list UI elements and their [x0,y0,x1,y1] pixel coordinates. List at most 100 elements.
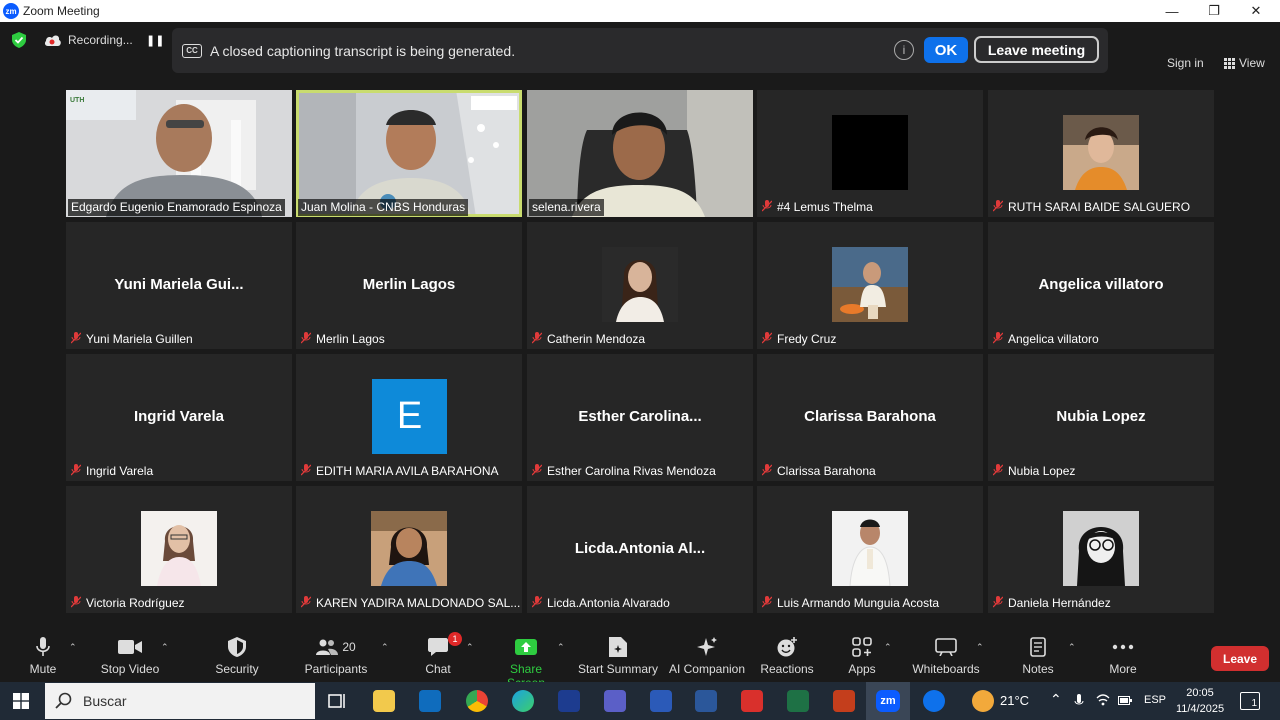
participant-tile[interactable]: UTH Edgardo Eugenio Enamorado Espinoza [66,90,292,217]
reactions-label: Reactions [760,662,814,676]
file-explorer-icon[interactable] [373,690,395,712]
participant-tile[interactable]: Esther Carolina... Esther Carolina Rivas… [527,354,753,481]
webex-meetings-icon[interactable] [650,690,672,712]
participant-name-bar: Luis Armando Munguia Acosta [759,595,942,612]
summary-document-icon [609,637,627,657]
outlook-icon[interactable] [419,690,441,712]
powerpoint-icon[interactable] [833,690,855,712]
weather-icon[interactable] [972,690,994,712]
wifi-icon[interactable] [1096,694,1110,706]
mic-muted-icon [532,596,542,608]
participant-tile[interactable]: Victoria Rodríguez [66,486,292,613]
participant-tile[interactable]: Juan Molina - CNBS Honduras [296,90,522,217]
notes-button[interactable]: Notes [1020,636,1056,676]
notes-options-caret-icon[interactable]: ⌃ [1068,642,1076,653]
start-summary-button[interactable]: Start Summary [578,636,658,676]
participant-tile[interactable]: #4 Lemus Thelma [757,90,983,217]
recording-indicator[interactable]: Recording... [44,33,133,47]
taskbar-search[interactable]: Buscar [45,683,315,719]
participant-tile[interactable]: RUTH SARAI BAIDE SALGUERO [988,90,1214,217]
temperature[interactable]: 21°C [1000,693,1029,708]
reactions-button[interactable]: Reactions [760,636,814,676]
ok-button[interactable]: OK [924,37,968,63]
chat-options-caret-icon[interactable]: ⌃ [466,642,474,653]
participant-name: Victoria Rodríguez [86,596,185,610]
clock[interactable]: 20:05 11/4/2025 [1170,685,1230,717]
notification-center-icon[interactable]: 1 [1240,692,1260,710]
participant-tile[interactable]: KAREN YADIRA MALDONADO SAL... [296,486,522,613]
meeting-toolbar: Mute ⌃ Stop Video ⌃ Security 20 Particip… [0,630,1280,690]
participant-tile[interactable]: Licda.Antonia Al... Licda.Antonia Alvara… [527,486,753,613]
battery-icon[interactable] [1118,696,1132,705]
whiteboards-button[interactable]: Whiteboards [910,636,982,676]
apps-options-caret-icon[interactable]: ⌃ [884,642,892,653]
participant-display-name: Merlin Lagos [362,276,456,293]
participant-tile[interactable]: Clarissa Barahona Clarissa Barahona [757,354,983,481]
help-icon[interactable] [923,690,945,712]
video-options-caret-icon[interactable]: ⌃ [161,642,169,653]
participant-tile[interactable]: Yuni Mariela Gui... Yuni Mariela Guillen [66,222,292,349]
edge-icon[interactable] [512,690,534,712]
participant-tile[interactable]: Nubia Lopez Nubia Lopez [988,354,1214,481]
security-shield-icon [228,637,246,657]
close-button[interactable]: ✕ [1236,0,1276,22]
view-button[interactable]: View [1224,56,1265,70]
word-icon[interactable] [695,690,717,712]
participants-button[interactable]: 20 Participants [304,636,368,676]
restore-button[interactable]: ❐ [1194,0,1234,22]
task-view-icon[interactable] [326,690,348,712]
chrome-icon[interactable] [466,690,488,712]
webex-icon[interactable] [558,690,580,712]
cloud-recording-icon [44,35,61,46]
mute-button[interactable]: Mute [24,636,62,676]
ai-companion-button[interactable]: AI Companion [668,636,746,676]
participant-name: Angelica villatoro [1008,332,1099,346]
participant-tile[interactable]: Ingrid Varela Ingrid Varela [66,354,292,481]
svg-text:UTH: UTH [70,97,84,104]
info-icon[interactable]: i [894,40,914,60]
tray-expand-icon[interactable]: ⌃ [1050,691,1062,708]
participant-name-bar: Licda.Antonia Alvarado [529,595,673,612]
participant-name: Fredy Cruz [777,332,837,346]
video-feed [296,90,522,217]
teams-icon[interactable] [604,690,626,712]
participant-tile[interactable]: Angelica villatoro Angelica villatoro [988,222,1214,349]
participant-name: Edgardo Eugenio Enamorado Espinoza [68,199,285,216]
participant-tile[interactable]: Daniela Hernández [988,486,1214,613]
participant-name: #4 Lemus Thelma [777,200,873,214]
share-options-caret-icon[interactable]: ⌃ [557,642,565,653]
leave-button[interactable]: Leave [1211,646,1269,671]
minimize-button[interactable]: — [1152,0,1192,22]
windows-taskbar: Buscar zm 21°C ⌃ ESP 20:05 11/4/2025 1 [0,682,1280,720]
recording-label: Recording... [68,33,133,47]
security-button[interactable]: Security [212,636,262,676]
excel-icon[interactable] [787,690,809,712]
leave-meeting-button[interactable]: Leave meeting [974,36,1099,63]
view-label: View [1239,56,1265,70]
mic-muted-icon [993,332,1003,344]
stop-video-button[interactable]: Stop Video [98,636,162,676]
audio-options-caret-icon[interactable]: ⌃ [69,642,77,653]
apps-button[interactable]: Apps [844,636,880,676]
zoom-logo-icon: zm [3,3,19,19]
participant-tile[interactable]: Luis Armando Munguia Acosta [757,486,983,613]
mic-muted-icon [762,596,772,608]
encryption-shield-icon[interactable] [12,32,26,48]
participant-tile[interactable]: E EDITH MARIA AVILA BARAHONA [296,354,522,481]
whiteboards-options-caret-icon[interactable]: ⌃ [976,642,984,653]
participant-tile[interactable]: Merlin Lagos Merlin Lagos [296,222,522,349]
participant-tile[interactable]: Catherin Mendoza [527,222,753,349]
sign-in-link[interactable]: Sign in [1167,56,1204,70]
pause-recording-button[interactable]: ❚❚ [146,34,164,47]
windows-start-icon[interactable] [13,693,29,709]
more-button[interactable]: More [1104,636,1142,676]
participant-tile[interactable]: selena.rivera [527,90,753,217]
chat-button[interactable]: 1 Chat [420,632,462,676]
acrobat-icon[interactable] [741,690,763,712]
participants-options-caret-icon[interactable]: ⌃ [381,642,389,653]
zoom-taskbar-active[interactable]: zm [866,682,910,720]
tray-microphone-icon[interactable] [1074,694,1084,708]
participant-tile[interactable]: Fredy Cruz [757,222,983,349]
security-label: Security [215,662,259,676]
language-indicator[interactable]: ESP [1144,694,1166,706]
